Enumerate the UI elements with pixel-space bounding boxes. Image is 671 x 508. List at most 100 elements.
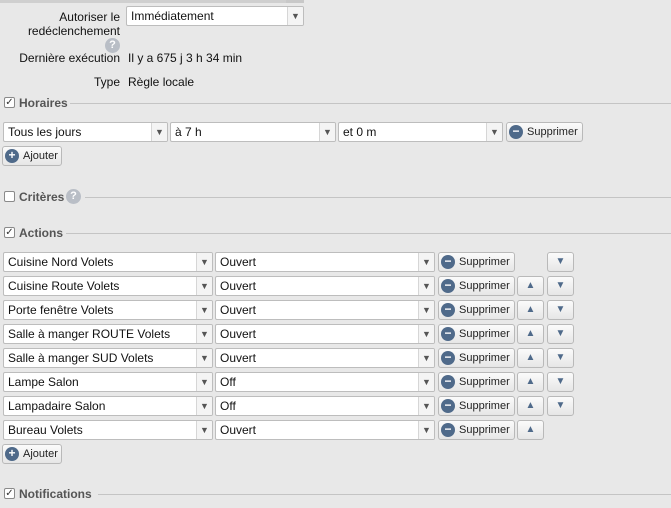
action-device-select[interactable]: Lampadaire Salon ▼: [3, 396, 213, 416]
action-device-select[interactable]: Bureau Volets ▼: [3, 420, 213, 440]
action-state-select[interactable]: Ouvert ▼: [215, 276, 435, 296]
action-state-select[interactable]: Ouvert ▼: [215, 348, 435, 368]
action-state-select[interactable]: Off ▼: [215, 372, 435, 392]
action-delete-label: Supprimer: [459, 328, 510, 340]
chevron-down-icon: ▼: [418, 421, 434, 439]
notifications-checkbox[interactable]: ✓: [4, 488, 15, 499]
action-state-value: Ouvert: [220, 255, 257, 269]
last-run-value: Il y a 675 j 3 h 34 min: [128, 51, 243, 65]
chevron-down-icon: ▼: [196, 349, 212, 367]
schedule-hour-select[interactable]: à 7 h ▼: [170, 122, 336, 142]
move-down-button[interactable]: ▼: [547, 348, 574, 368]
action-delete-label: Supprimer: [459, 376, 510, 388]
arrow-up-icon: ▲: [525, 328, 536, 339]
action-device-select[interactable]: Salle à manger ROUTE Volets ▼: [3, 324, 213, 344]
chevron-down-icon: ▼: [196, 301, 212, 319]
action-device-select[interactable]: Lampe Salon ▼: [3, 372, 213, 392]
arrow-down-icon: ▼: [555, 328, 566, 339]
action-state-select[interactable]: Ouvert ▼: [215, 420, 435, 440]
move-up-button[interactable]: ▲: [517, 420, 544, 440]
schedule-day-select[interactable]: Tous les jours ▼: [3, 122, 168, 142]
schedule-day-value: Tous les jours: [8, 125, 82, 139]
move-down-button[interactable]: ▼: [547, 372, 574, 392]
action-device-value: Salle à manger ROUTE Volets: [8, 327, 171, 341]
move-up-button[interactable]: ▲: [517, 372, 544, 392]
help-icon[interactable]: ?: [66, 189, 81, 204]
type-label: Type: [93, 75, 120, 89]
move-up-button[interactable]: ▲: [517, 324, 544, 344]
arrow-up-icon: ▲: [525, 304, 536, 315]
action-delete-button[interactable]: − Supprimer: [438, 372, 515, 392]
chevron-down-icon: ▼: [418, 349, 434, 367]
section-divider: [98, 494, 671, 495]
action-device-value: Cuisine Nord Volets: [8, 255, 114, 269]
action-device-select[interactable]: Salle à manger SUD Volets ▼: [3, 348, 213, 368]
horaires-checkbox[interactable]: ✓: [4, 97, 15, 108]
action-state-select[interactable]: Ouvert ▼: [215, 300, 435, 320]
minus-circle-icon: −: [441, 279, 455, 293]
action-device-value: Cuisine Route Volets: [8, 279, 120, 293]
schedule-minute-select[interactable]: et 0 m ▼: [338, 122, 503, 142]
schedule-minute-value: et 0 m: [343, 125, 377, 139]
action-delete-button[interactable]: − Supprimer: [438, 252, 515, 272]
action-state-select[interactable]: Ouvert ▼: [215, 252, 435, 272]
move-down-button[interactable]: ▼: [547, 276, 574, 296]
action-delete-label: Supprimer: [459, 256, 510, 268]
action-add-button[interactable]: + Ajouter: [2, 444, 62, 464]
action-state-select[interactable]: Ouvert ▼: [215, 324, 435, 344]
retrigger-select[interactable]: Immédiatement ▼: [126, 6, 304, 26]
plus-circle-icon: +: [5, 149, 19, 163]
move-down-button[interactable]: ▼: [547, 396, 574, 416]
action-device-value: Salle à manger SUD Volets: [8, 351, 154, 365]
minus-circle-icon: −: [441, 255, 455, 269]
move-down-button[interactable]: ▼: [547, 252, 574, 272]
arrow-up-icon: ▲: [525, 424, 536, 435]
action-state-select[interactable]: Off ▼: [215, 396, 435, 416]
retrigger-label: Autoriser le redéclenchement ?: [20, 10, 120, 54]
move-down-button[interactable]: ▼: [547, 300, 574, 320]
action-device-value: Porte fenêtre Volets: [8, 303, 114, 317]
action-device-select[interactable]: Cuisine Route Volets ▼: [3, 276, 213, 296]
chevron-down-icon: ▼: [151, 123, 167, 141]
chevron-down-icon: ▼: [196, 253, 212, 271]
type-value: Règle locale: [128, 75, 195, 89]
arrow-down-icon: ▼: [555, 376, 566, 387]
arrow-down-icon: ▼: [555, 400, 566, 411]
chevron-down-icon: ▼: [418, 277, 434, 295]
criteres-checkbox[interactable]: [4, 191, 15, 202]
move-up-button[interactable]: ▲: [517, 396, 544, 416]
section-title-criteres: Critères: [19, 190, 65, 204]
action-state-value: Off: [220, 399, 236, 413]
schedule-add-label: Ajouter: [23, 150, 58, 162]
plus-circle-icon: +: [5, 447, 19, 461]
action-delete-button[interactable]: − Supprimer: [438, 420, 515, 440]
chevron-down-icon: ▼: [196, 277, 212, 295]
action-device-select[interactable]: Cuisine Nord Volets ▼: [3, 252, 213, 272]
minus-circle-icon: −: [441, 399, 455, 413]
move-up-button[interactable]: ▲: [517, 348, 544, 368]
action-delete-button[interactable]: − Supprimer: [438, 396, 515, 416]
arrow-up-icon: ▲: [525, 400, 536, 411]
chevron-down-icon: ▼: [418, 325, 434, 343]
action-delete-button[interactable]: − Supprimer: [438, 300, 515, 320]
move-up-button[interactable]: ▲: [517, 300, 544, 320]
action-delete-button[interactable]: − Supprimer: [438, 324, 515, 344]
actions-checkbox[interactable]: ✓: [4, 227, 15, 238]
action-delete-label: Supprimer: [459, 304, 510, 316]
arrow-down-icon: ▼: [555, 280, 566, 291]
action-delete-button[interactable]: − Supprimer: [438, 276, 515, 296]
section-divider: [85, 197, 671, 198]
move-up-button[interactable]: ▲: [517, 276, 544, 296]
action-state-value: Ouvert: [220, 423, 257, 437]
action-device-select[interactable]: Porte fenêtre Volets ▼: [3, 300, 213, 320]
action-delete-button[interactable]: − Supprimer: [438, 348, 515, 368]
move-down-button[interactable]: ▼: [547, 324, 574, 344]
chevron-down-icon: ▼: [196, 421, 212, 439]
chevron-down-icon: ▼: [418, 373, 434, 391]
schedule-delete-button[interactable]: − Supprimer: [506, 122, 583, 142]
section-divider: [70, 103, 671, 104]
minus-circle-icon: −: [441, 303, 455, 317]
schedule-add-button[interactable]: + Ajouter: [2, 146, 62, 166]
section-actions: ✓ Actions: [0, 225, 671, 241]
action-device-value: Bureau Volets: [8, 423, 83, 437]
